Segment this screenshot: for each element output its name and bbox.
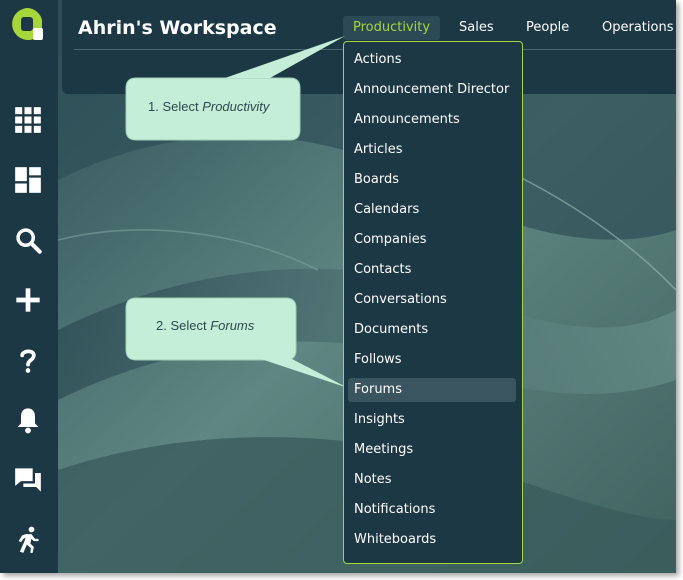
tab-operations[interactable]: Operations [602,16,673,40]
callout-step-2: 2. Select Forums [156,318,254,333]
app-logo-icon[interactable] [10,6,46,44]
callout-step-1-prefix: 1. Select [148,99,203,114]
tab-people[interactable]: People [526,16,569,40]
plus-icon[interactable] [12,284,44,316]
menu-item-notes[interactable]: Notes [348,468,516,492]
tab-productivity[interactable]: Productivity [343,16,441,40]
menu-item-announcements[interactable]: Announcements [348,108,516,132]
workspace-title: Ahrin's Workspace [78,17,277,39]
menu-item-conversations[interactable]: Conversations [348,288,516,312]
menu-item-articles[interactable]: Articles [348,138,516,162]
callout-step-2-emph: Forums [210,318,255,333]
menu-item-actions[interactable]: Actions [348,48,516,72]
app-window: Ahrin's Workspace Productivity Sales Peo… [0,0,676,573]
help-icon[interactable] [12,344,44,376]
menu-item-documents[interactable]: Documents [348,318,516,342]
menu-item-forums[interactable]: Forums [348,378,516,402]
callout-step-2-prefix: 2. Select [156,318,211,333]
bell-icon[interactable] [12,404,44,436]
menu-item-insights[interactable]: Insights [348,408,516,432]
menu-item-calendars[interactable]: Calendars [348,198,516,222]
search-icon[interactable] [12,224,44,256]
menu-item-meetings[interactable]: Meetings [348,438,516,462]
menu-item-notifications[interactable]: Notifications [348,498,516,522]
menu-item-contacts[interactable]: Contacts [348,258,516,282]
menu-item-whiteboards[interactable]: Whiteboards [348,528,516,552]
apps-grid-icon[interactable] [12,104,44,136]
runner-icon[interactable] [12,524,44,556]
chat-icon[interactable] [12,464,44,496]
menu-item-announcement-director[interactable]: Announcement Director [348,78,516,102]
callout-step-1-emph: Productivity [202,99,270,114]
callout-step-1: 1. Select Productivity [148,99,269,114]
dashboard-icon[interactable] [12,164,44,196]
menu-item-companies[interactable]: Companies [348,228,516,252]
sidebar [0,0,58,573]
menu-item-boards[interactable]: Boards [348,168,516,192]
productivity-dropdown: Actions Announcement Director Announceme… [343,41,523,564]
tab-sales[interactable]: Sales [459,16,494,40]
menu-item-follows[interactable]: Follows [348,348,516,372]
